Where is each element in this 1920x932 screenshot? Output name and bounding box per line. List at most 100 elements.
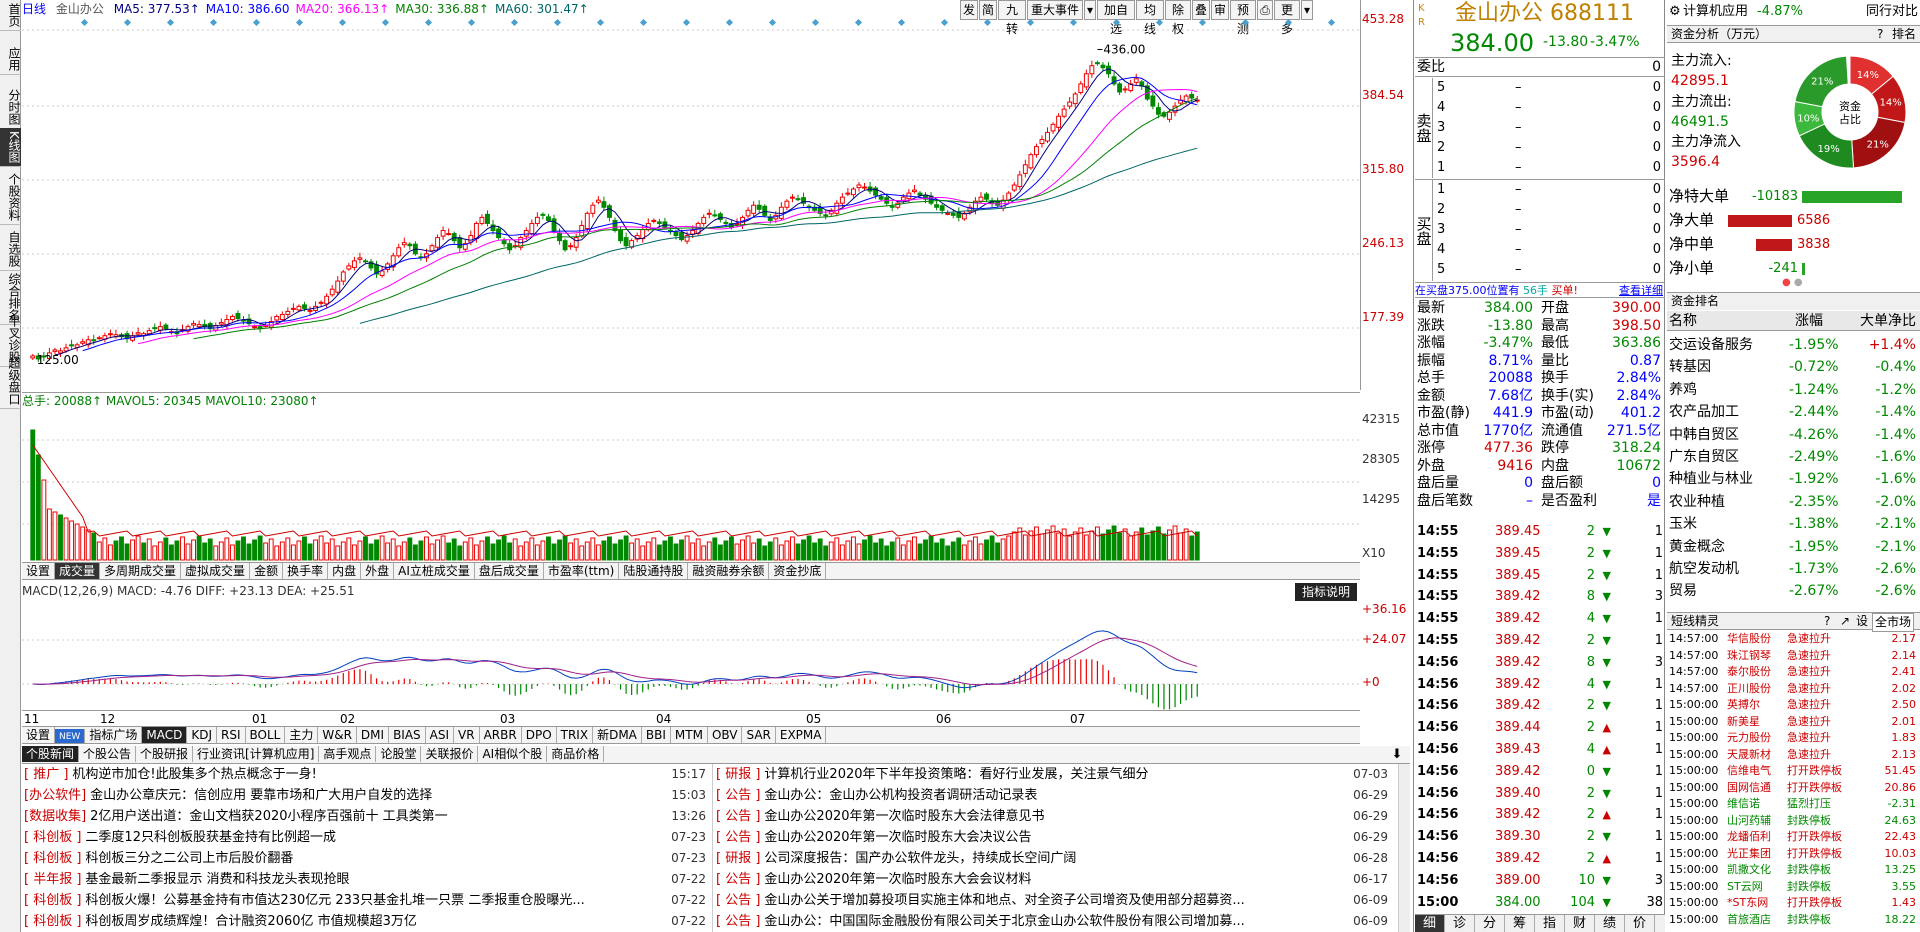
volume-tab-7[interactable]: 外盘 — [361, 563, 395, 579]
indicator-tab-4[interactable]: KDJ — [187, 727, 217, 743]
toolbar-button-12[interactable]: 更多 — [1274, 0, 1300, 36]
volume-tab-0[interactable]: 设置 — [22, 563, 56, 579]
news-download-icon[interactable]: ⬇ — [1388, 746, 1406, 764]
sidebar-item-1[interactable]: 应用 — [0, 44, 21, 75]
quote-bottom-tab-2[interactable]: 分 — [1475, 915, 1505, 932]
sprite-row[interactable]: 15:00:00 *ST东网 打开跌停板 1.43 — [1667, 895, 1920, 911]
news-title[interactable]: 公司深度报告：国产办公软件龙头，持续成长空间广阔 — [764, 851, 1076, 866]
sector-row[interactable]: 黄金概念 -1.95% -2.1% — [1667, 536, 1920, 558]
news-item[interactable]: [办公软件] 金山办公章庆元：信创应用 要靠市场和广大用户自发的选择 15:03 — [24, 785, 710, 806]
news-item[interactable]: [ 科创板 ] 二季度12只科创板股获基金持有比例超一成 07-23 — [24, 827, 710, 848]
indicator-tab-7[interactable]: 主力 — [285, 727, 319, 743]
indicator-tab-12[interactable]: VR — [454, 727, 480, 743]
sidebar-item-4[interactable]: 个股资料 — [0, 170, 21, 225]
sprite-row[interactable]: 15:00:00 天晟新材 急速拉升 2.13 — [1667, 747, 1920, 763]
volume-tab-10[interactable]: 市盈率(ttm) — [544, 563, 620, 579]
sprite-row[interactable]: 15:00:00 新美星 急速拉升 2.01 — [1667, 714, 1920, 730]
sector-row[interactable]: 种植业与林业 -1.92% -1.6% — [1667, 468, 1920, 490]
pager-dots[interactable]: ● ● — [1782, 278, 1803, 288]
volume-tab-11[interactable]: 陆股通持股 — [619, 563, 689, 579]
news-item[interactable]: [ 研报 ] 公司深度报告：国产办公软件龙头，持续成长空间广阔 06-28 — [716, 848, 1392, 869]
sector-row[interactable]: 交运设备服务 -1.95% +1.4% — [1667, 334, 1920, 356]
sprite-row[interactable]: 15:00:00 凯撒文化 封跌停板 13.25 — [1667, 862, 1920, 878]
news-item[interactable]: [ 科创板 ] 科创板火爆！公募基金持有市值达230亿元 233只基金扎堆一只票 … — [24, 890, 710, 911]
news-tab-0[interactable]: 个股新闻 — [22, 746, 80, 762]
sector-row[interactable]: 转基因 -0.72% -0.4% — [1667, 356, 1920, 378]
sprite-row[interactable]: 15:00:00 维信诺 猛烈打压 -2.31 — [1667, 796, 1920, 812]
news-title[interactable]: 科创板火爆！公募基金持有市值达230亿元 233只基金扎堆一只票 二季报重仓股曝… — [85, 893, 584, 908]
news-item[interactable]: [ 公告 ] 金山办公：中国国际金融股份有限公司关于北京金山办公软件股份有限公司增… — [716, 911, 1392, 932]
toolbar-button-10[interactable]: 预测 — [1230, 0, 1256, 36]
news-tab-1[interactable]: 个股公告 — [79, 746, 137, 762]
help-icon[interactable]: ? — [1877, 26, 1883, 43]
volume-tab-13[interactable]: 资金抄底 — [769, 563, 827, 579]
sprite-row[interactable]: 15:00:00 英搏尔 急速拉升 2.50 — [1667, 697, 1920, 713]
news-title[interactable]: 金山办公2020年第一次临时股东大会决议公告 — [764, 830, 1031, 845]
sprite-row[interactable]: 14:57:00 珠江钢琴 急速拉升 2.14 — [1667, 648, 1920, 664]
news-title[interactable]: 机构逆市加仓!此股集多个热点概念于一身! — [72, 767, 316, 782]
book-bar-detail-link[interactable]: 查看详细 — [1619, 283, 1663, 298]
sprite-row[interactable]: 15:00:00 ST云网 封跌停板 3.55 — [1667, 879, 1920, 895]
rank-header-0[interactable]: 名称 — [1669, 311, 1697, 331]
indicator-tab-1[interactable]: NEW — [55, 729, 86, 743]
sidebar-item-8[interactable]: 超级盘口 — [0, 354, 21, 409]
sidebar-item-3[interactable]: K线图 — [0, 128, 21, 167]
news-item[interactable]: [ 公告 ] 金山办公关于增加募投项目实施主体和地点、对全资子公司增资及使用部分超… — [716, 890, 1392, 911]
news-tab-3[interactable]: 行业资讯[计算机应用] — [193, 746, 320, 762]
sprite-row[interactable]: 15:00:00 国网信通 打开跌停板 20.86 — [1667, 780, 1920, 796]
gear-icon[interactable]: ⚙ — [1669, 0, 1681, 24]
indicator-tab-18[interactable]: MTM — [671, 727, 708, 743]
sprite-row[interactable]: 14:57:00 华信股份 急速拉升 2.17 — [1667, 631, 1920, 647]
news-tab-8[interactable]: 商品价格 — [547, 746, 605, 762]
news-item[interactable]: [ 研报 ] 计算机行业2020年下半年投资策略：看好行业发展，关注景气细分 07-… — [716, 764, 1392, 785]
news-title[interactable]: 金山办公章庆元：信创应用 要靠市场和广大用户自发的选择 — [90, 788, 432, 803]
volume-tab-2[interactable]: 多周期成交量 — [100, 563, 182, 579]
indicator-tab-8[interactable]: W&R — [318, 727, 357, 743]
volume-tab-1[interactable]: 成交量 — [55, 563, 101, 579]
toolbar-button-9[interactable]: 审 — [1211, 0, 1229, 20]
sprite-row[interactable]: 15:00:00 首旅酒店 封跌停板 18.22 — [1667, 912, 1920, 928]
kline-chart[interactable]: 436.00 125.00 — [22, 18, 1360, 390]
quote-bottom-tab-4[interactable]: 指 — [1535, 915, 1565, 932]
indicator-tab-2[interactable]: 指标广场 — [85, 727, 143, 743]
toolbar-button-2[interactable]: 九转 — [998, 0, 1026, 36]
toolbar-button-8[interactable]: 叠 — [1192, 0, 1210, 20]
quote-bottom-tab-6[interactable]: 绩 — [1595, 915, 1625, 932]
volume-tab-5[interactable]: 换手率 — [283, 563, 329, 579]
fund-rank-link[interactable]: 排名 — [1892, 26, 1916, 43]
news-item[interactable]: [ 公告 ] 金山办公2020年第一次临时股东大会法律意见书 06-29 — [716, 806, 1392, 827]
indicator-tab-20[interactable]: SAR — [742, 727, 776, 743]
period-label[interactable]: 日线 — [22, 2, 46, 16]
news-title[interactable]: 金山办公：金山办公机构投资者调研活动记录表 — [764, 788, 1037, 803]
indicator-help-button[interactable]: 指标说明 — [1295, 583, 1357, 601]
indicator-tab-15[interactable]: TRIX — [557, 727, 594, 743]
sprite-row[interactable]: 15:00:00 山河药辅 封跌停板 24.63 — [1667, 813, 1920, 829]
news-title[interactable]: 2亿用户送出道：金山文档获2020小程序百强前十 工具类第一 — [90, 809, 448, 824]
news-tab-4[interactable]: 高手观点 — [319, 746, 377, 762]
indicator-tab-17[interactable]: BBI — [642, 727, 671, 743]
pager-dot[interactable]: ● — [1794, 277, 1803, 288]
volume-tab-3[interactable]: 虚拟成交量 — [181, 563, 251, 579]
news-title[interactable]: 科创板三分之二公司上市后股价翻番 — [85, 851, 293, 866]
expand-icon[interactable]: ↗ — [1840, 613, 1850, 630]
indicator-tab-0[interactable]: 设置 — [22, 727, 56, 743]
rank-header-1[interactable]: 涨幅 — [1795, 311, 1823, 331]
indicator-tab-16[interactable]: 新DMA — [593, 727, 642, 743]
sector-row[interactable]: 玉米 -1.38% -2.1% — [1667, 513, 1920, 535]
sector-row[interactable]: 农产品加工 -2.44% -1.4% — [1667, 401, 1920, 423]
sector-row[interactable]: 广东自贸区 -2.49% -1.6% — [1667, 446, 1920, 468]
indicator-tab-21[interactable]: EXPMA — [776, 727, 827, 743]
volume-tab-6[interactable]: 内盘 — [328, 563, 362, 579]
sector-row[interactable]: 中韩自贸区 -4.26% -1.4% — [1667, 424, 1920, 446]
news-item[interactable]: [ 公告 ] 金山办公：金山办公机构投资者调研活动记录表 06-29 — [716, 785, 1392, 806]
indicator-tab-19[interactable]: OBV — [708, 727, 743, 743]
sprite-row[interactable]: 15:00:00 信维电气 打开跌停板 51.45 — [1667, 763, 1920, 779]
peer-compare-link[interactable]: 同行对比 — [1866, 0, 1918, 24]
sidebar-item-2[interactable]: 分时图 — [0, 86, 21, 129]
indicator-tab-6[interactable]: BOLL — [246, 727, 286, 743]
sprite-row[interactable]: 14:57:00 泰尔股份 急速拉升 2.41 — [1667, 664, 1920, 680]
rank-header-2[interactable]: 大单净比 — [1825, 311, 1920, 331]
news-item[interactable]: [ 推广 ] 机构逆市加仓!此股集多个热点概念于一身! 15:17 — [24, 764, 710, 785]
indicator-tab-14[interactable]: DPO — [522, 727, 557, 743]
volume-tab-8[interactable]: AI立桩成交量 — [394, 563, 475, 579]
